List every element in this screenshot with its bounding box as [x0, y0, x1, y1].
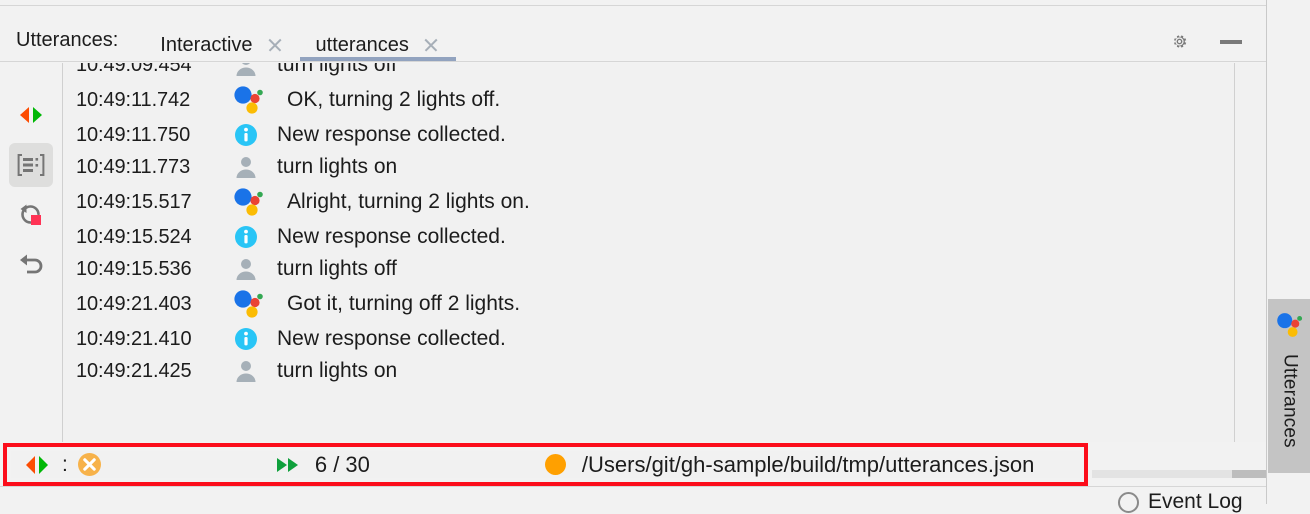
user-icon — [231, 63, 277, 78]
undo-button[interactable] — [9, 243, 53, 287]
log-row[interactable]: 10:49:15.524 New response collected. — [63, 221, 1234, 253]
log-message: Got it, turning off 2 lights. — [287, 292, 521, 315]
soft-wrap-icon — [17, 152, 45, 178]
assistant-icon — [231, 84, 277, 116]
close-icon[interactable] — [423, 37, 440, 54]
log-timestamp: 10:49:15.524 — [76, 225, 192, 248]
log-timestamp: 10:49:21.425 — [76, 359, 192, 382]
right-tool-strip: Utterances — [1266, 0, 1310, 504]
close-icon[interactable] — [267, 37, 284, 54]
log-timestamp: 10:49:11.750 — [76, 123, 191, 146]
error-circle-icon[interactable] — [76, 451, 103, 478]
user-icon — [231, 256, 277, 282]
expand-collapse-icon — [24, 454, 50, 476]
log-message: turn lights off — [277, 63, 397, 76]
log-timestamp: 10:49:11.742 — [76, 88, 191, 111]
user-icon — [231, 358, 277, 384]
panel-title: Utterances: — [16, 29, 119, 51]
progress-count: 6 / 30 — [314, 451, 370, 477]
log-row[interactable]: 10:49:15.517 Alright, turning 2 lights o… — [63, 183, 1234, 221]
log-timestamp: 10:49:15.536 — [76, 257, 192, 280]
log-row[interactable]: 10:49:11.773 turn lights on — [63, 151, 1234, 183]
log-right-gutter — [1234, 63, 1266, 442]
horizontal-scrollbar-track[interactable] — [1092, 470, 1232, 478]
horizontal-scrollbar-thumb[interactable] — [1232, 470, 1266, 478]
fast-forward-icon — [275, 455, 303, 475]
tool-window-header: Utterances: Interactive utterances — [0, 5, 1266, 62]
log-message: New response collected. — [277, 123, 506, 146]
info-icon — [231, 122, 277, 148]
gear-icon — [1171, 33, 1188, 50]
event-log-button[interactable]: Event Log — [1118, 490, 1243, 514]
assistant-icon — [1276, 311, 1304, 344]
minimize-icon — [1220, 40, 1242, 44]
event-log-label: Event Log — [1148, 490, 1243, 513]
utterances-tool-window: Utterances: Interactive utterances 10:49… — [0, 0, 1310, 513]
log-row[interactable]: 10:49:09.454 turn lights off — [63, 63, 1234, 81]
header-actions — [1166, 6, 1266, 54]
log-timestamp: 10:49:15.517 — [76, 190, 192, 213]
sidebar-item-utterances[interactable]: Utterances — [1268, 299, 1310, 473]
log-row[interactable]: 10:49:11.742 OK, turning 2 lights off. — [63, 81, 1234, 119]
tab-strip: Interactive utterances — [144, 6, 457, 61]
log-message: New response collected. — [277, 225, 506, 248]
log-timestamp: 10:49:11.773 — [76, 155, 191, 178]
log-message: Alright, turning 2 lights on. — [287, 190, 530, 213]
json-file-dot-icon — [543, 452, 568, 477]
left-toolbar — [0, 63, 62, 442]
status-separator: : — [62, 452, 68, 476]
utterances-log-panel[interactable]: 10:49:09.454 turn lights off 10:49:11.74… — [62, 63, 1234, 442]
status-bar: : 6 / 30 /Users/git/gh-sample/build/tmp/… — [11, 451, 1080, 478]
log-message: turn lights on — [277, 359, 398, 382]
circle-icon — [1118, 491, 1139, 513]
log-row[interactable]: 10:49:21.410 New response collected. — [63, 323, 1234, 355]
info-icon — [231, 224, 277, 250]
log-timestamp: 10:49:09.454 — [76, 63, 192, 76]
tab-utterances[interactable]: utterances — [299, 6, 457, 61]
log-row[interactable]: 10:49:21.425 turn lights on — [63, 355, 1234, 387]
tab-interactive[interactable]: Interactive — [144, 6, 299, 61]
log-timestamp: 10:49:21.403 — [76, 292, 192, 315]
log-rows: 10:49:09.454 turn lights off 10:49:11.74… — [63, 63, 1234, 387]
assistant-icon — [231, 186, 277, 218]
log-timestamp: 10:49:21.410 — [76, 327, 192, 350]
rerun-stop-button[interactable] — [9, 193, 53, 237]
settings-button[interactable] — [1166, 28, 1192, 54]
log-message: OK, turning 2 lights off. — [287, 88, 501, 111]
info-icon — [231, 326, 277, 352]
log-row[interactable]: 10:49:15.536 turn lights off — [63, 253, 1234, 285]
status-bar-highlight: : 6 / 30 /Users/git/gh-sample/build/tmp/… — [3, 443, 1088, 486]
sidebar-item-label: Utterances — [1279, 354, 1301, 448]
output-file-path[interactable]: /Users/git/gh-sample/build/tmp/utterance… — [582, 452, 1034, 478]
assistant-icon — [231, 288, 277, 320]
expand-collapse-icon — [18, 103, 44, 127]
soft-wrap-button[interactable] — [9, 143, 53, 187]
undo-icon — [17, 251, 45, 279]
tab-label: utterances — [315, 33, 409, 56]
tab-label: Interactive — [160, 33, 253, 56]
log-message: turn lights off — [277, 257, 397, 280]
minimize-button[interactable] — [1218, 28, 1244, 54]
rerun-stop-icon — [17, 201, 45, 229]
log-message: turn lights on — [277, 155, 398, 178]
bottom-bar — [0, 486, 1266, 504]
log-row[interactable]: 10:49:21.403 Got it, turning off 2 light… — [63, 285, 1234, 323]
user-icon — [231, 154, 277, 180]
log-message: New response collected. — [277, 327, 506, 350]
log-row[interactable]: 10:49:11.750 New response collected. — [63, 119, 1234, 151]
expand-collapse-button[interactable] — [9, 93, 53, 137]
